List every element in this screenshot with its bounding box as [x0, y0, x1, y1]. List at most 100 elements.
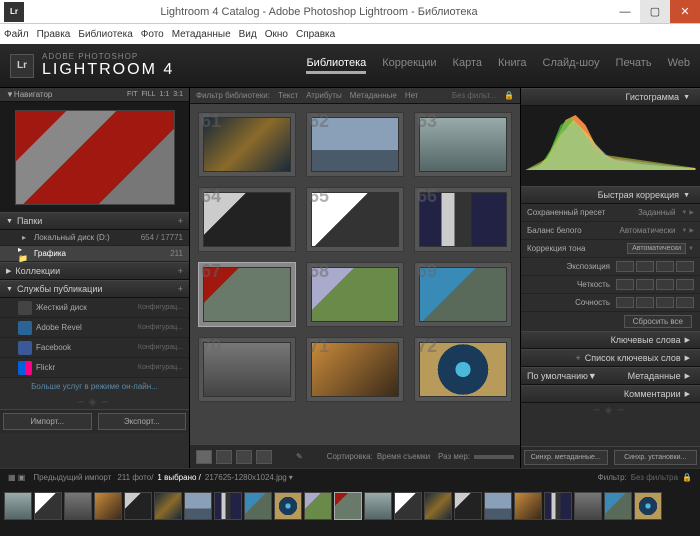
more-services-link[interactable]: Больше услуг в режиме он-лайн... — [0, 378, 189, 395]
publish-fb-config[interactable]: Конфигурац... — [138, 344, 183, 351]
painter-icon[interactable]: ✎ — [296, 452, 303, 461]
maximize-button[interactable]: ▢ — [640, 0, 670, 23]
filmstrip-thumb[interactable] — [214, 492, 242, 520]
grid-cell[interactable]: 68 — [306, 262, 404, 327]
add-folder-icon[interactable]: + — [178, 216, 183, 226]
sat-plus2[interactable] — [676, 297, 694, 308]
wb-value[interactable]: Автоматически — [615, 226, 679, 235]
grid-cell[interactable]: 66 — [414, 187, 512, 252]
sat-plus1[interactable] — [656, 297, 674, 308]
clarity-minus2[interactable] — [616, 279, 634, 290]
clarity-minus1[interactable] — [636, 279, 654, 290]
folders-header[interactable]: ▼Папки+ — [0, 212, 189, 230]
lock-icon[interactable]: 🔒 — [504, 91, 514, 100]
nav-31[interactable]: 3:1 — [173, 91, 183, 98]
filmstrip-thumb[interactable] — [574, 492, 602, 520]
add-collection-icon[interactable]: + — [178, 266, 183, 276]
filmstrip-thumb-selected[interactable] — [334, 492, 362, 520]
view-compare-button[interactable] — [236, 450, 252, 464]
exp-plus1[interactable] — [656, 261, 674, 272]
module-slideshow[interactable]: Слайд-шоу — [543, 57, 600, 74]
publish-revel-config[interactable]: Конфигурац... — [138, 324, 183, 331]
filter-value[interactable]: Без фильтра — [631, 473, 678, 482]
filmstrip-thumb[interactable] — [544, 492, 572, 520]
sync-settings-button[interactable]: Синхр. установки... — [614, 450, 698, 465]
menu-window[interactable]: Окно — [265, 29, 288, 40]
filmstrip-thumb[interactable] — [34, 492, 62, 520]
menu-view[interactable]: Вид — [239, 29, 257, 40]
clarity-plus2[interactable] — [676, 279, 694, 290]
menu-library[interactable]: Библиотека — [78, 29, 132, 40]
nav-fit[interactable]: FIT — [127, 91, 138, 98]
view-grid-button[interactable] — [196, 450, 212, 464]
filmstrip-thumb[interactable] — [304, 492, 332, 520]
filmstrip-thumb[interactable] — [394, 492, 422, 520]
navigator-header[interactable]: ▼ Навигатор FIT FILL 1:1 3:1 — [0, 88, 189, 102]
filmstrip-thumb[interactable] — [364, 492, 392, 520]
filmstrip-thumb[interactable] — [4, 492, 32, 520]
reset-all-button[interactable]: Сбросить все — [624, 315, 692, 328]
publish-flickr-config[interactable]: Конфигурац... — [138, 364, 183, 371]
filmstrip[interactable] — [0, 486, 700, 526]
grid-cell[interactable]: 61 — [198, 112, 296, 177]
grid-cell-selected[interactable]: 67 — [198, 262, 296, 327]
add-publish-icon[interactable]: + — [178, 284, 183, 294]
menu-photo[interactable]: Фото — [141, 29, 164, 40]
lock-icon[interactable]: 🔒 — [682, 473, 692, 482]
publish-revel[interactable]: Adobe RevelКонфигурац... — [0, 318, 189, 338]
grid-cell[interactable]: 72 — [414, 337, 512, 402]
chevron-down-icon[interactable]: ▾ — [289, 473, 293, 482]
collections-header[interactable]: ▶Коллекции+ — [0, 262, 189, 280]
clarity-plus1[interactable] — [656, 279, 674, 290]
filmstrip-thumb[interactable] — [634, 492, 662, 520]
minimize-button[interactable]: — — [610, 0, 640, 23]
menu-help[interactable]: Справка — [296, 29, 335, 40]
histogram[interactable] — [521, 106, 700, 186]
filter-preset[interactable]: Без фильт... — [452, 91, 496, 100]
module-print[interactable]: Печать — [616, 57, 652, 74]
menu-file[interactable]: Файл — [4, 29, 29, 40]
nav-11[interactable]: 1:1 — [160, 91, 170, 98]
grid-cell[interactable]: 71 — [306, 337, 404, 402]
filmstrip-thumb[interactable] — [154, 492, 182, 520]
filmstrip-thumb[interactable] — [124, 492, 152, 520]
module-library[interactable]: Библиотека — [306, 57, 366, 74]
grid-cell[interactable]: 69 — [414, 262, 512, 327]
sat-minus2[interactable] — [616, 297, 634, 308]
exp-minus2[interactable] — [616, 261, 634, 272]
quick-develop-header[interactable]: Быстрая коррекция▼ — [521, 186, 700, 204]
sat-minus1[interactable] — [636, 297, 654, 308]
publish-header[interactable]: ▼Службы публикации+ — [0, 280, 189, 298]
close-button[interactable]: ✕ — [670, 0, 700, 23]
module-develop[interactable]: Коррекции — [382, 57, 436, 74]
sort-value[interactable]: Время съемки — [377, 452, 430, 461]
folder-row[interactable]: ▸ 📁Графика211 — [0, 246, 189, 262]
menu-metadata[interactable]: Метаданные — [172, 29, 231, 40]
filter-attributes[interactable]: Атрибуты — [306, 91, 342, 100]
module-web[interactable]: Web — [668, 57, 690, 74]
view-toggle-icon[interactable]: ▦ ▣ — [8, 473, 25, 482]
exp-plus2[interactable] — [676, 261, 694, 272]
filmstrip-thumb[interactable] — [454, 492, 482, 520]
grid-cell[interactable]: 62 — [306, 112, 404, 177]
view-loupe-button[interactable] — [216, 450, 232, 464]
filmstrip-thumb[interactable] — [484, 492, 512, 520]
grid-cell[interactable]: 65 — [306, 187, 404, 252]
filter-metadata[interactable]: Метаданные — [350, 91, 397, 100]
import-button[interactable]: Импорт... — [3, 413, 92, 430]
module-book[interactable]: Книга — [498, 57, 527, 74]
navigator-preview[interactable] — [0, 102, 189, 212]
grid-cell[interactable]: 63 — [414, 112, 512, 177]
filter-none[interactable]: Нет — [405, 91, 419, 100]
publish-harddrive[interactable]: Жесткий дискКонфигурац... — [0, 298, 189, 318]
filter-text[interactable]: Текст — [278, 91, 298, 100]
metadata-mode[interactable]: По умолчанию — [527, 371, 588, 381]
filmstrip-thumb[interactable] — [274, 492, 302, 520]
publish-facebook[interactable]: FacebookКонфигурац... — [0, 338, 189, 358]
comments-header[interactable]: Комментарии▶ — [521, 385, 700, 403]
grid-cell[interactable]: 70 — [198, 337, 296, 402]
source-label[interactable]: Предыдущий импорт — [33, 473, 111, 482]
keywordlist-header[interactable]: +Список ключевых слов▶ — [521, 349, 700, 367]
filmstrip-thumb[interactable] — [424, 492, 452, 520]
nav-fill[interactable]: FILL — [142, 91, 156, 98]
